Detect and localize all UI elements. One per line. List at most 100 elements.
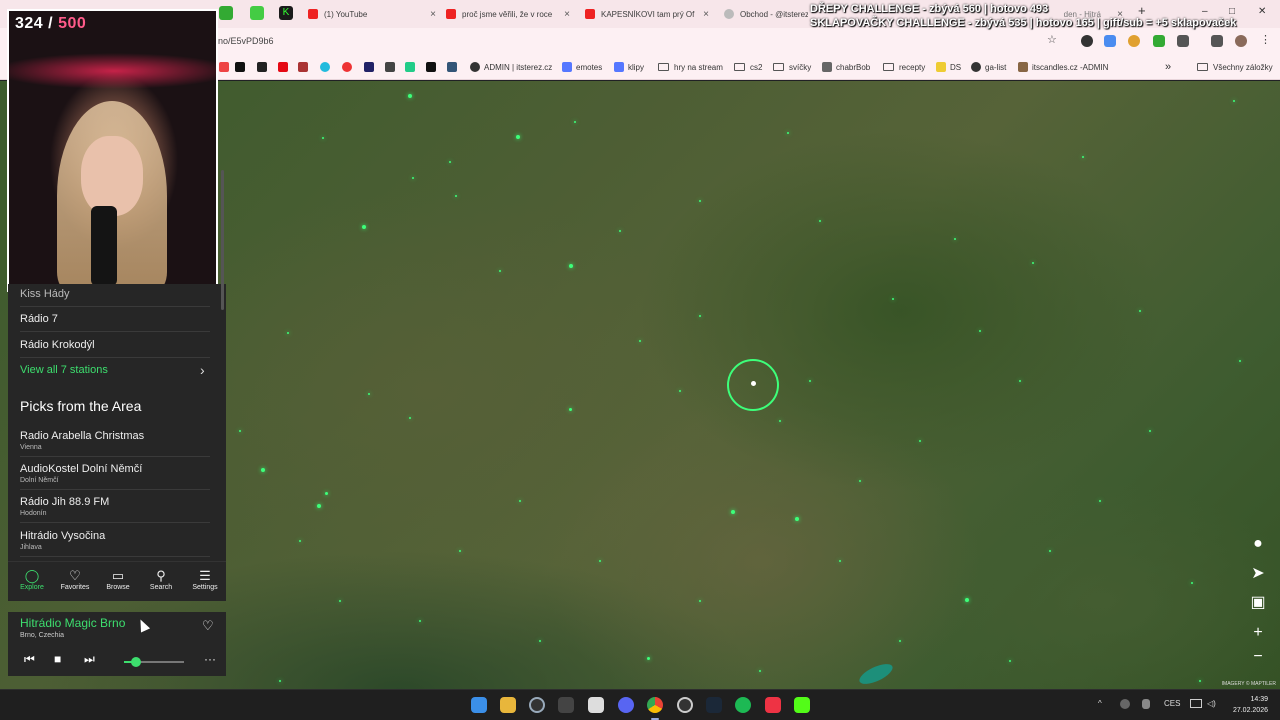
close-tab-icon[interactable]: × <box>703 9 709 20</box>
bookmark-netflix[interactable] <box>278 60 292 74</box>
tab-youtube-video-1[interactable]: proč jsme věřili, že v roce × <box>446 3 570 25</box>
tab-pinned-kick[interactable]: K <box>279 6 293 20</box>
radio-station-icon[interactable]: ● <box>1246 532 1270 556</box>
station-marker[interactable] <box>759 670 761 672</box>
station-marker[interactable] <box>362 225 366 229</box>
station-marker[interactable] <box>1049 550 1051 552</box>
station-marker[interactable] <box>459 550 461 552</box>
zoom-in-button[interactable]: + <box>1246 621 1270 645</box>
station-marker[interactable] <box>279 680 281 682</box>
station-marker[interactable] <box>568 407 572 411</box>
file-explorer-icon[interactable] <box>500 697 516 713</box>
station-marker[interactable] <box>809 380 811 382</box>
microphone-tray-icon[interactable] <box>1142 699 1150 709</box>
station-marker[interactable] <box>1082 156 1084 158</box>
station-item-arabella[interactable]: Radio Arabella Christmas Vienna <box>20 430 210 451</box>
bookmark-ga-list[interactable]: ga-list <box>971 60 1006 74</box>
station-marker[interactable] <box>1199 680 1201 682</box>
reading-list-icon[interactable] <box>1211 35 1223 47</box>
station-marker[interactable] <box>409 417 411 419</box>
bookmark-icon-3[interactable] <box>257 60 271 74</box>
nav-explore[interactable]: ◯ Explore <box>12 568 52 591</box>
navigation-arrow-icon[interactable]: ➤ <box>1246 561 1270 585</box>
bookmarks-overflow-chevron[interactable]: » <box>1165 60 1171 74</box>
now-playing-title[interactable]: Hitrádio Magic Brno <box>20 616 125 630</box>
station-marker[interactable] <box>1149 430 1151 432</box>
station-item-radio-7[interactable]: Rádio 7 <box>20 313 210 325</box>
station-marker[interactable] <box>317 504 321 508</box>
station-item-hitradio-vysocina[interactable]: Hitrádio Vysočina Jihlava <box>20 530 210 551</box>
station-marker[interactable] <box>1009 660 1011 662</box>
station-marker[interactable] <box>412 177 414 179</box>
station-marker[interactable] <box>619 230 621 232</box>
start-icon[interactable] <box>471 697 487 713</box>
spotify-icon[interactable] <box>735 697 751 713</box>
station-marker[interactable] <box>639 340 641 342</box>
system-clock[interactable]: 14:39 27.02.2026 <box>1233 694 1268 716</box>
station-marker[interactable] <box>599 560 601 562</box>
station-marker[interactable] <box>239 430 241 432</box>
station-marker[interactable] <box>449 161 451 163</box>
station-marker[interactable] <box>919 440 921 442</box>
bookmark-icon-6[interactable] <box>320 60 334 74</box>
chevron-right-icon[interactable]: › <box>200 362 205 378</box>
app-4-icon[interactable] <box>558 697 574 713</box>
bookmark-folder-recepty[interactable]: recepty <box>883 60 925 74</box>
station-marker[interactable] <box>569 264 573 268</box>
extension-4-icon[interactable] <box>1153 35 1165 47</box>
station-marker[interactable] <box>699 200 701 202</box>
station-marker[interactable] <box>787 132 789 134</box>
station-item-radio-krokodyl[interactable]: Rádio Krokodýl <box>20 339 210 351</box>
bookmark-icon-1[interactable] <box>219 60 233 74</box>
extensions-puzzle-icon[interactable] <box>1177 35 1189 47</box>
app-11-icon[interactable] <box>765 697 781 713</box>
station-marker[interactable] <box>795 517 799 521</box>
station-marker[interactable] <box>322 137 324 139</box>
station-marker[interactable] <box>979 330 981 332</box>
station-marker[interactable] <box>699 315 701 317</box>
bookmark-folder-hry-na-stream[interactable]: hry na stream <box>658 60 723 74</box>
station-marker[interactable] <box>965 598 969 602</box>
station-marker[interactable] <box>339 600 341 602</box>
station-item-audiokostel[interactable]: AudioKostel Dolní Němčí Dolní Němčí <box>20 463 210 484</box>
extension-2-icon[interactable] <box>1104 35 1116 47</box>
bookmark-icon-7[interactable] <box>342 60 356 74</box>
station-marker[interactable] <box>408 94 412 98</box>
volume-knob[interactable] <box>131 657 141 667</box>
bookmark-icon-5[interactable] <box>298 60 312 74</box>
station-marker[interactable] <box>1139 310 1141 312</box>
station-marker[interactable] <box>819 220 821 222</box>
station-marker[interactable] <box>679 390 681 392</box>
tab-youtube[interactable]: (1) YouTube × <box>308 3 436 25</box>
station-marker[interactable] <box>324 491 328 495</box>
station-marker[interactable] <box>516 135 520 139</box>
station-marker[interactable] <box>539 640 541 642</box>
station-marker[interactable] <box>892 298 894 300</box>
bookmark-x[interactable] <box>235 60 249 74</box>
bookmark-admin-itsterez[interactable]: ADMIN | itsterez.cz <box>470 60 552 74</box>
close-tab-icon[interactable]: × <box>430 9 436 20</box>
station-marker[interactable] <box>1233 100 1235 102</box>
chrome-icon[interactable] <box>647 697 663 713</box>
tray-app-icon[interactable] <box>1120 699 1130 709</box>
app-5-icon[interactable] <box>588 697 604 713</box>
tab-pinned-2[interactable] <box>250 6 264 20</box>
station-marker[interactable] <box>287 332 289 334</box>
station-marker[interactable] <box>574 121 576 123</box>
station-marker[interactable] <box>299 540 301 542</box>
address-bar[interactable]: no/E5vPD9b6 <box>218 31 274 51</box>
station-item-radio-jih[interactable]: Rádio Jih 88.9 FM Hodonín <box>20 496 210 517</box>
browser-menu-icon[interactable]: ⋮ <box>1260 33 1272 46</box>
panel-scrollbar[interactable] <box>221 170 224 310</box>
tray-chevron-icon[interactable]: ^ <box>1098 699 1102 708</box>
more-options-icon[interactable]: ··· <box>204 652 216 666</box>
bookmark-itscandles-admin[interactable]: itscandles.cz -ADMIN <box>1018 60 1108 74</box>
next-icon[interactable]: ⏭ <box>84 652 95 667</box>
bookmark-icon-8[interactable] <box>364 60 378 74</box>
bookmark-klipy[interactable]: klipy <box>614 60 644 74</box>
discord-icon[interactable] <box>618 697 634 713</box>
close-window-button[interactable]: ✕ <box>1258 6 1266 17</box>
tab-youtube-video-2[interactable]: KAPESNÍKOVI tam prý Of × <box>585 3 709 25</box>
station-marker[interactable] <box>839 560 841 562</box>
favorite-heart-icon[interactable]: ♡ <box>202 618 214 634</box>
